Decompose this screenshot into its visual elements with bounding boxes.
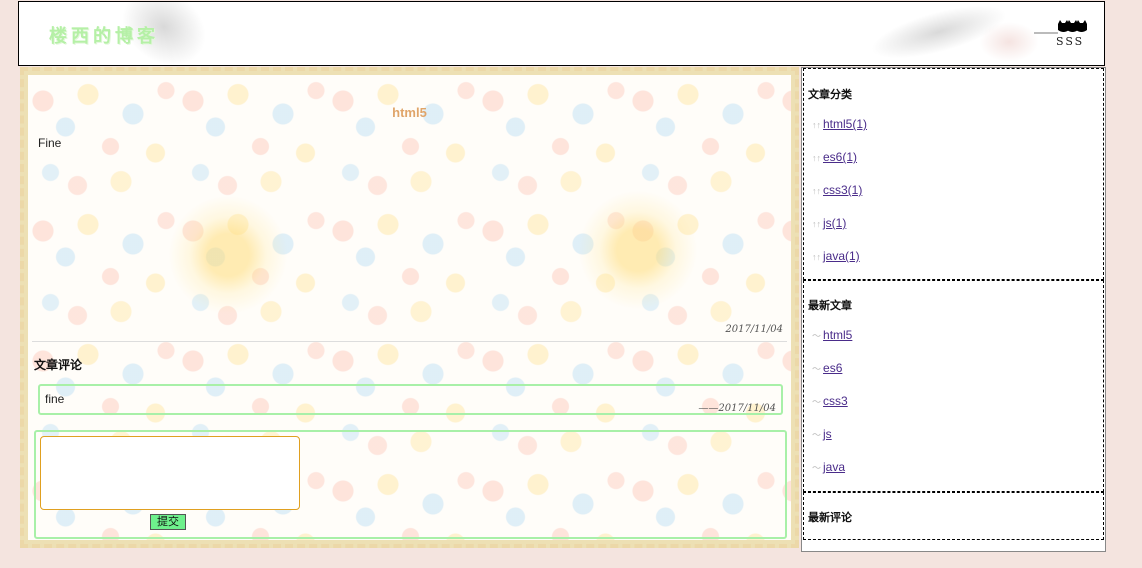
article-content: html5 Fine 2017/11/04 文章评论 fine ——2017/1… xyxy=(28,75,791,540)
blog-title[interactable]: 楼西的博客 xyxy=(49,22,159,48)
bullet-icon: ↑↑ xyxy=(812,186,821,196)
divider xyxy=(32,341,787,342)
bullet-icon: ↑↑ xyxy=(812,120,821,130)
star-decoration xyxy=(168,195,288,315)
comment-date: ——2017/11/04 xyxy=(698,403,776,414)
article-title: html5 xyxy=(392,105,427,120)
comment-item: fine ——2017/11/04 xyxy=(38,384,783,415)
comment-form: 提交 xyxy=(34,430,787,539)
category-link[interactable]: ↑↑ js(1) xyxy=(812,216,846,230)
categories-section: 文章分类 ↑↑ html5(1) ↑↑ es6(1) ↑↑ css3(1) ↑↑ js(… xyxy=(803,68,1104,280)
latest-article-link[interactable]: 〜 es6 xyxy=(812,361,842,375)
sidebar: 文章分类 ↑↑ html5(1) ↑↑ es6(1) ↑↑ css3(1) ↑↑ js(… xyxy=(801,67,1106,552)
latest-articles-heading: 最新文章 xyxy=(808,300,852,312)
latest-article-link[interactable]: 〜 css3 xyxy=(812,394,848,408)
cats-logo-icon: SSS xyxy=(1034,20,1087,48)
article-body: Fine xyxy=(38,136,62,150)
categories-heading: 文章分类 xyxy=(808,89,852,101)
submit-button[interactable]: 提交 xyxy=(150,514,186,530)
latest-articles-section: 最新文章 〜 html5 〜 es6 〜 css3 〜 js 〜 java xyxy=(803,280,1104,492)
star-decoration xyxy=(578,190,698,310)
category-link[interactable]: ↑↑ java(1) xyxy=(812,249,860,263)
logo-text: SSS xyxy=(1056,35,1084,48)
bullet-icon: 〜 xyxy=(812,331,822,341)
bullet-icon: ↑↑ xyxy=(812,153,821,163)
latest-article-link[interactable]: 〜 html5 xyxy=(812,328,852,342)
bullet-icon: 〜 xyxy=(812,463,822,473)
comment-text: fine xyxy=(45,392,65,406)
article-panel: html5 Fine 2017/11/04 文章评论 fine ——2017/1… xyxy=(20,67,799,548)
site-header: 楼西的博客 SSS xyxy=(18,1,1105,66)
comments-heading: 文章评论 xyxy=(34,358,83,372)
category-link[interactable]: ↑↑ es6(1) xyxy=(812,150,857,164)
latest-article-link[interactable]: 〜 java xyxy=(812,460,845,474)
bullet-icon: ↑↑ xyxy=(812,252,821,262)
bullet-icon: ↑↑ xyxy=(812,219,821,229)
ink-brush-decoration xyxy=(979,22,1039,62)
bullet-icon: 〜 xyxy=(812,364,822,374)
article-date: 2017/11/04 xyxy=(725,324,783,335)
category-link[interactable]: ↑↑ css3(1) xyxy=(812,183,862,197)
latest-comments-section: 最新评论 xyxy=(803,492,1104,540)
comment-input[interactable] xyxy=(40,436,300,510)
latest-comments-heading: 最新评论 xyxy=(808,512,852,524)
bullet-icon: 〜 xyxy=(812,397,822,407)
bullet-icon: 〜 xyxy=(812,430,822,440)
latest-article-link[interactable]: 〜 js xyxy=(812,427,832,441)
category-link[interactable]: ↑↑ html5(1) xyxy=(812,117,867,131)
